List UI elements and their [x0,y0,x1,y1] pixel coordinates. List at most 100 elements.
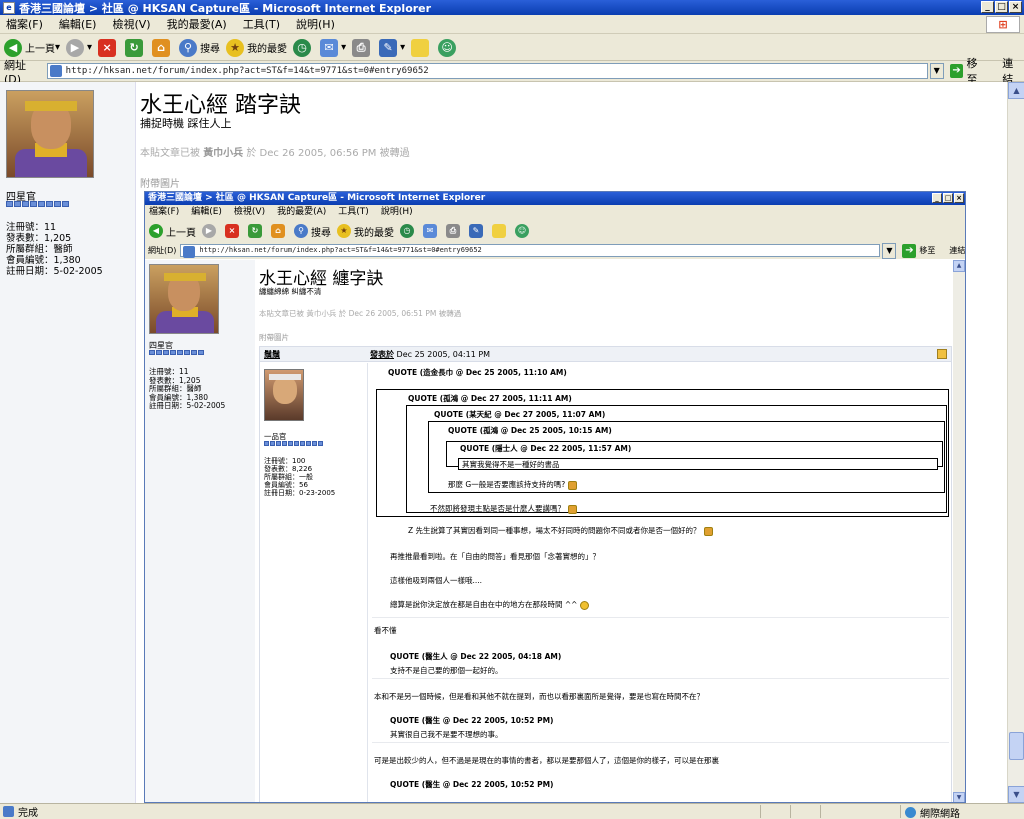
quote-header: QUOTE (孤鴻 @ Dec 27 2005, 11:11 AM) [408,393,572,404]
menu-edit[interactable]: 編輯(E) [59,16,97,32]
scroll-down-button[interactable]: ▼ [1008,786,1024,803]
shot-post-subtitle: 纏纏綿綿 糾纏不清 [259,287,322,296]
post-date-link: 發表於 [370,350,394,359]
quote-title: QUOTE (孤鴻 @ Dec 25 2005, 10:15 AM) [448,426,612,435]
menu-bar: 檔案(F) 編輯(E) 檢視(V) 我的最愛(A) 工具(T) 說明(H) ⊞ [0,15,1024,34]
shot-menu-item: 檔案(F) [149,207,180,217]
search-button[interactable]: ⚲ 搜尋 [179,38,221,57]
history-icon: ◷ [400,224,414,238]
divider [372,742,949,743]
back-arrow-icon: ◀ [4,38,22,57]
refresh-icon: ↻ [125,38,144,57]
history-button[interactable]: ◷ [293,38,314,57]
note-icon [411,38,430,57]
note-button[interactable] [411,38,432,57]
shot-back-label: 上一頁 [166,227,196,239]
menu-tools[interactable]: 工具(T) [243,16,280,32]
menu-favorites[interactable]: 我的最愛(A) [167,16,227,32]
close-button[interactable]: × [1009,1,1022,13]
quote-header: QUOTE (某天紀 @ Dec 27 2005, 11:07 AM) [434,409,605,420]
print-icon: ⎙ [446,224,460,238]
shot-address-url: http://hksan.net/forum/index.php?act=ST&… [199,246,482,254]
mail-button[interactable]: ✉ ▾ [320,38,346,57]
quote-header: QUOTE (孤鴻 @ Dec 25 2005, 10:15 AM) [448,425,612,436]
shot-menu-item: 檢視(V) [233,207,266,217]
shot-edit: ✎ [469,224,486,238]
user-avatar [6,90,94,178]
refresh-button[interactable]: ↻ [125,38,146,57]
quote-line: 那麼 G一般是否要應該持支持的嗎? [448,480,566,489]
go-arrow-icon: ➔ [902,243,917,258]
post-date: 發表於 Dec 25 2005, 04:11 PM [370,347,490,362]
quote-title: QUOTE (醫生人 @ Dec 22 2005, 04:18 AM) [390,652,562,661]
scroll-up-button[interactable]: ▲ [1008,82,1024,99]
status-divider [900,805,901,818]
shot-mail: ✉ [423,224,440,238]
home-button[interactable]: ⌂ [152,38,173,57]
maximize-button[interactable]: □ [995,1,1008,13]
shot-user-stats: 注冊號：11 發表數：1,205 所屬群組：醫師 會員編號：1,380 註冊日期… [149,367,225,411]
reply-text: 可是是出較少的人，但不過是是現在的事情的書者，都以是要那個人了，這個是你的樣子，… [374,756,719,765]
user-info-panel: 四星官 注冊號：11 發表數：1,205 所屬群組：醫師 會員編號：1,380 … [0,82,136,803]
favorites-button[interactable]: ★ 我的最愛 [226,38,287,57]
mail-icon: ✉ [320,38,339,57]
user-stat: 發表數：1,205 [6,233,72,244]
window-title: 香港三國論壇 > 社區 @ HKSAN Capture區 - Microsoft… [19,1,432,15]
search-label: 搜尋 [200,44,221,55]
reply-text: 本和不是另一個時候，但是看和其他不就在提到，而也以看那裏面所是覺得，要是也寫在時… [374,692,704,701]
minimize-button[interactable]: _ [981,1,994,13]
scroll-thumb[interactable] [1009,732,1024,760]
quote-text: 其實很自己我不是要不理想的事。 [390,730,503,739]
shot-messenger: ☺ [515,224,532,238]
shot-go: ➔ 移至 [902,243,935,258]
shot-address-input: http://hksan.net/forum/index.php?act=ST&… [180,244,881,258]
quote-title: QUOTE (隱士人 @ Dec 22 2005, 11:57 AM) [460,444,632,453]
shot-links: 連結 [949,246,966,255]
shot-menu-item: 工具(T) [338,207,369,217]
shot-address-bar: 網址(D) http://hksan.net/forum/index.php?a… [145,242,966,259]
post-line: 這樣他吸到兩個人一樣哦.... [390,576,483,585]
stop-icon: × [98,38,117,57]
menu-file[interactable]: 檔案(F) [6,16,43,32]
menu-view[interactable]: 檢視(V) [112,16,150,32]
shot-forward: ▶ [202,224,219,238]
quote-title: QUOTE (孤鴻 @ Dec 27 2005, 11:11 AM) [408,394,572,403]
post-line: 總算是說你決定放在都是自由在中的地方在那段時間 ^^ [390,599,590,610]
star-icon: ★ [226,38,245,57]
back-arrow-icon: ◀ [149,224,163,238]
address-dropdown[interactable]: ▼ [929,63,944,79]
home-icon: ⌂ [271,224,285,238]
scroll-up-icon: ▲ [953,260,965,272]
back-button[interactable]: ◀ 上一頁 ▾ [4,38,60,57]
address-input[interactable]: http://hksan.net/forum/index.php?act=ST&… [46,63,928,79]
shot-history: ◷ [400,224,417,238]
quote-header: QUOTE (醫生人 @ Dec 22 2005, 04:18 AM) [390,651,561,662]
note-prefix: 本貼文章已被 [140,148,204,159]
status-divider [790,805,791,818]
attached-screenshot[interactable]: 香港三國論壇 > 社區 @ HKSAN Capture區 - Microsoft… [144,191,966,803]
messenger-button[interactable]: ☺ [438,38,459,57]
home-icon: ⌂ [152,38,171,57]
edit-button[interactable]: ✎ ▾ [379,38,405,57]
quote-header: QUOTE (醫生 @ Dec 22 2005, 10:52 PM) [390,779,553,790]
menu-help[interactable]: 說明(H) [296,16,335,32]
stop-icon: × [225,224,239,238]
shot-address-label: 網址(D) [148,246,177,255]
post-line: Z 先生說算了其實因看到同一種事想，場太不好同時的問題你不同或者你是否一個好的？ [408,525,713,536]
user-stat: 注冊號：11 [6,222,57,233]
forward-button[interactable]: ▶ ▾ [66,38,92,57]
shot-favorites-label: 我的最愛 [354,227,394,239]
shot-print: ⎙ [446,224,463,238]
vertical-scrollbar[interactable]: ▲ ▼ [1007,82,1024,803]
shot-window-controls: _ □ × [932,193,964,203]
stop-button[interactable]: × [98,38,119,57]
poster-info: 一品官 注冊號：100 發表數：8,226 所屬群組：一般 會員編號：56 註冊… [260,363,368,802]
shot-favorites: ★ 我的最愛 [337,224,394,239]
shot-refresh: ↻ [248,224,265,238]
print-button[interactable]: ⎙ [352,38,373,57]
quote-line: 不然即將發現主點是否是什麼人要講嗎？ [430,504,565,513]
shot-address-dropdown: ▼ [882,242,897,259]
quote-header: QUOTE (造金長巾 @ Dec 25 2005, 11:10 AM) [388,367,567,378]
windows-logo-icon: ⊞ [986,16,1020,33]
rank-pips [6,201,69,207]
